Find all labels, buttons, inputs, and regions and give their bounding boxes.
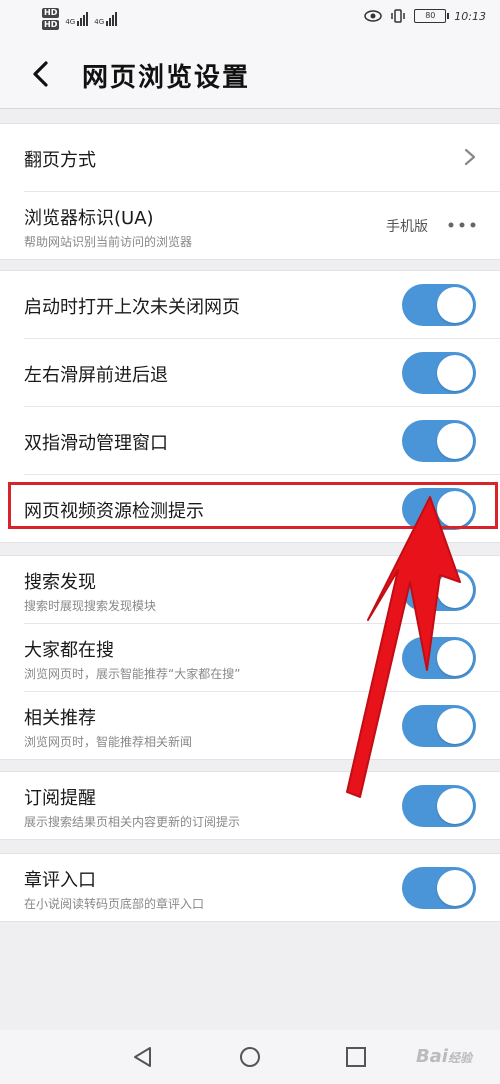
row-subscribe-remind: 订阅提醒 展示搜索结果页相关内容更新的订阅提示 [24,772,500,839]
toggle-switch[interactable] [402,569,476,611]
row-subtitle: 在小说阅读转码页底部的章评入口 [24,897,205,911]
row-title: 章评入口 [24,870,96,891]
hd-badge-1: HD [42,8,60,18]
header: 网页浏览设置 [0,40,500,109]
row-chapter-comments: 章评入口 在小说阅读转码页底部的章评入口 [24,854,500,921]
row-related-recommend: 相关推荐 浏览网页时，智能推荐相关新闻 [24,692,500,759]
toggle-knob [437,491,473,527]
toggle-knob [437,423,473,459]
back-arrow-icon[interactable] [28,60,52,88]
row-swipe-navigate: 左右滑屏前进后退 [24,339,500,407]
toggle-switch[interactable] [402,284,476,326]
page-title: 网页浏览设置 [82,63,251,93]
row-subtitle: 帮助网站识别当前访问的浏览器 [24,235,193,249]
nav-home-icon[interactable] [239,1046,261,1068]
settings-group-comments: 章评入口 在小说阅读转码页底部的章评入口 [0,853,500,922]
toggle-switch[interactable] [402,488,476,530]
row-title: 浏览器标识(UA) [24,208,154,229]
row-title: 左右滑屏前进后退 [24,365,168,386]
watermark-text: Bai [415,1046,448,1067]
toggle-knob [437,788,473,824]
row-video-detect: 网页视频资源检测提示 [24,475,500,542]
row-browser-ua[interactable]: 浏览器标识(UA) 帮助网站识别当前访问的浏览器 手机版 [24,192,500,259]
system-nav-bar: Bai经验 [0,1030,500,1084]
toggle-switch[interactable] [402,352,476,394]
toggle-knob [437,355,473,391]
row-two-finger-windows: 双指滑动管理窗口 [24,407,500,475]
row-everyone-searching: 大家都在搜 浏览网页时，展示智能推荐“大家都在搜” [24,624,500,692]
chevron-right-icon [464,148,476,166]
row-subtitle: 展示搜索结果页相关内容更新的订阅提示 [24,815,241,829]
settings-group-gestures: 启动时打开上次未关闭网页 左右滑屏前进后退 双指滑动管理窗口 网页视频资源检测提… [0,270,500,543]
toggle-knob [437,708,473,744]
settings-group-subscribe: 订阅提醒 展示搜索结果页相关内容更新的订阅提示 [0,771,500,840]
row-title: 双指滑动管理窗口 [24,433,168,454]
row-title: 翻页方式 [24,150,96,171]
battery-icon: 80 [414,9,450,23]
signal-label-1: 4G [65,18,76,26]
row-title: 启动时打开上次未关闭网页 [24,297,240,318]
row-subtitle: 浏览网页时，智能推荐相关新闻 [24,735,193,749]
more-dots-icon[interactable] [448,222,476,228]
nav-back-icon[interactable] [132,1046,154,1068]
row-title: 网页视频资源检测提示 [24,501,204,522]
eye-icon [364,10,383,22]
row-title: 相关推荐 [24,708,96,729]
status-time: 10:13 [454,9,486,23]
row-restore-tabs: 启动时打开上次未关闭网页 [24,271,500,339]
toggle-switch[interactable] [402,420,476,462]
row-search-discover: 搜索发现 搜索时展现搜索发现模块 [24,556,500,624]
status-right: 80 10:13 [364,9,486,23]
watermark: Bai经验 [416,1046,472,1067]
toggle-switch[interactable] [402,705,476,747]
nav-recents-icon[interactable] [345,1046,367,1068]
toggle-knob [437,640,473,676]
hd-stack: HD HD [42,8,60,30]
toggle-switch[interactable] [402,867,476,909]
row-title: 搜索发现 [24,572,96,593]
toggle-knob [437,870,473,906]
row-title: 大家都在搜 [24,640,114,661]
row-subtitle: 搜索时展现搜索发现模块 [24,599,157,613]
settings-group-recommend: 搜索发现 搜索时展现搜索发现模块 大家都在搜 浏览网页时，展示智能推荐“大家都在… [0,555,500,760]
status-bar: HD HD 4G 4G 80 10:13 [0,0,500,40]
vibrate-icon [391,9,406,23]
hd-badge-2: HD [42,20,60,30]
watermark-suffix: 经验 [447,1051,472,1065]
toggle-knob [437,287,473,323]
toggle-knob [437,572,473,608]
ua-value: 手机版 [386,219,428,235]
status-left: HD HD 4G 4G [42,8,118,30]
row-subtitle: 浏览网页时，展示智能推荐“大家都在搜” [24,667,241,681]
signal-icon-2: 4G [94,8,118,26]
row-title: 订阅提醒 [24,788,96,809]
row-page-turn-mode[interactable]: 翻页方式 [24,124,500,192]
toggle-switch[interactable] [402,785,476,827]
settings-group-general: 翻页方式 浏览器标识(UA) 帮助网站识别当前访问的浏览器 手机版 [0,123,500,260]
signal-icon-1: 4G [65,8,89,26]
signal-label-2: 4G [94,18,105,26]
toggle-switch[interactable] [402,637,476,679]
